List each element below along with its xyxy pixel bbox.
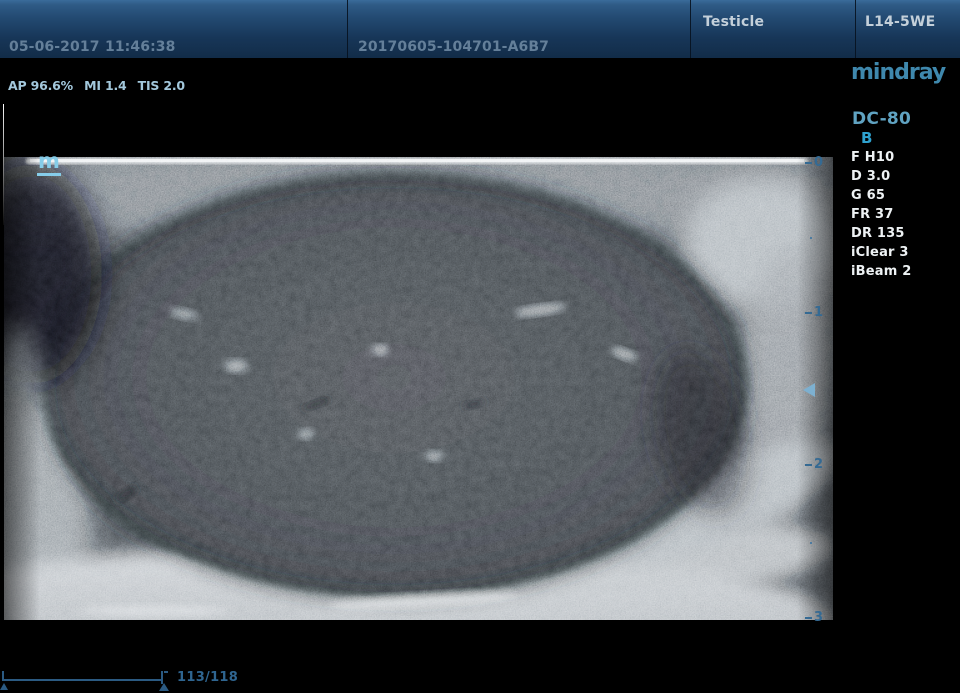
depth-label-3: 3 xyxy=(814,611,823,624)
cine-start-tick xyxy=(2,671,4,679)
focus-position-arrow-icon xyxy=(803,383,815,397)
exam-type: Testicle xyxy=(703,14,764,30)
depth-tick-mark xyxy=(805,312,812,314)
depth-tick-mark xyxy=(805,464,812,466)
param-depth: D 3.0 xyxy=(851,167,911,186)
param-ibeam: iBeam 2 xyxy=(851,262,911,281)
depth-tick-mark xyxy=(805,162,812,164)
cine-frame-counter: 113/118 xyxy=(177,670,238,685)
imaging-parameter-list: F H10 D 3.0 G 65 FR 37 DR 135 iClear 3 i… xyxy=(851,148,911,281)
param-frequency: F H10 xyxy=(851,148,911,167)
ultrasound-render xyxy=(4,104,833,620)
imaging-mode-label: B xyxy=(861,129,872,147)
orientation-marker: m xyxy=(37,151,61,176)
exam-id: 20170605-104701-A6B7 xyxy=(358,39,549,55)
header-divider xyxy=(690,0,691,58)
exam-time: 11:46:38 xyxy=(105,39,175,55)
param-dynamic-range: DR 135 xyxy=(851,224,911,243)
cine-handle-tick xyxy=(164,671,168,673)
param-gain: G 65 xyxy=(851,186,911,205)
brand-logo: mindray xyxy=(851,60,945,85)
mechanical-index: MI 1.4 xyxy=(84,78,126,93)
header-divider xyxy=(347,0,348,58)
thermal-index: TIS 2.0 xyxy=(138,78,185,93)
depth-label-0: 0 xyxy=(814,156,823,169)
cine-start-marker-icon xyxy=(0,683,8,690)
acoustic-power: AP 96.6% xyxy=(8,78,73,93)
depth-tick-mark xyxy=(805,617,812,619)
probe-name: L14-5WE xyxy=(865,14,935,30)
exam-date: 05-06-2017 xyxy=(9,39,100,55)
param-frame-rate: FR 37 xyxy=(851,205,911,224)
param-iclear: iClear 3 xyxy=(851,243,911,262)
depth-half-tick xyxy=(810,237,812,239)
depth-half-tick xyxy=(810,542,812,544)
depth-label-1: 1 xyxy=(814,306,823,319)
header-bar: 05-06-2017 11:46:38 20170605-104701-A6B7… xyxy=(0,0,960,58)
depth-label-2: 2 xyxy=(814,458,823,471)
cine-handle-marker-icon xyxy=(159,683,169,691)
ultrasound-image-canvas[interactable] xyxy=(4,104,833,620)
cine-progress-bar[interactable] xyxy=(2,679,161,681)
header-divider xyxy=(855,0,856,58)
machine-model: DC-80 xyxy=(852,109,911,129)
acoustic-status-line: AP 96.6% MI 1.4 TIS 2.0 xyxy=(8,78,192,93)
